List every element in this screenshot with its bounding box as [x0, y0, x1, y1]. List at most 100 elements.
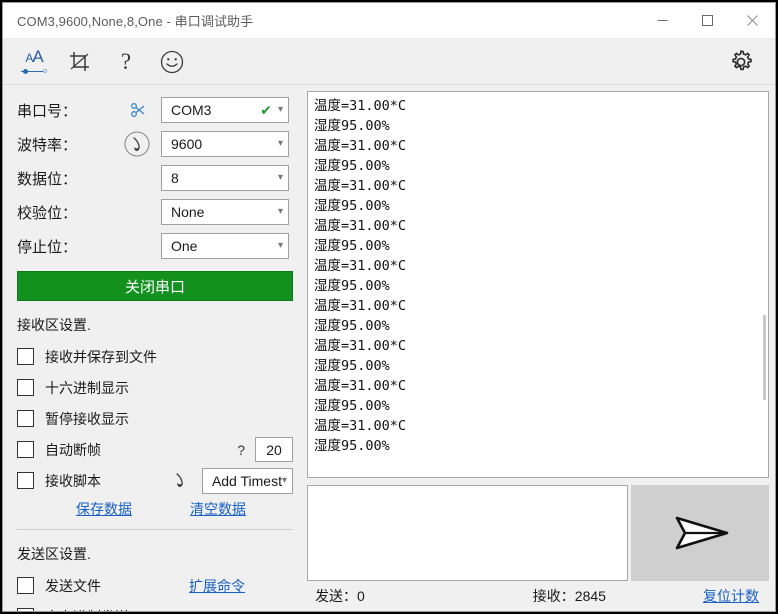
settings-panel: 串口号： COM3 ✔ ▾ 波特率： — [3, 85, 303, 611]
minimize-button[interactable] — [640, 3, 685, 39]
font-size-button[interactable]: AA — [11, 40, 57, 84]
port-connected-icon: ✔ — [260, 102, 272, 119]
pause-receive-label: 暂停接收显示 — [45, 409, 129, 429]
chevron-down-icon: ▾ — [278, 139, 283, 149]
main-content: 串口号： COM3 ✔ ▾ 波特率： — [3, 85, 775, 611]
app-window: COM3,9600,None,8,One - 串口调试助手 — [2, 2, 776, 612]
stopbits-value: One — [171, 238, 278, 254]
baud-script-icon — [122, 129, 152, 159]
paper-plane-send-icon — [665, 510, 735, 556]
config-row-parity: 校验位： None ▾ — [17, 195, 293, 229]
receive-settings-title: 接收区设置. — [17, 315, 293, 335]
send-file-label: 发送文件 — [45, 576, 101, 596]
send-textarea[interactable] — [307, 485, 628, 581]
window-controls — [640, 3, 775, 39]
parity-label: 校验位： — [17, 202, 113, 223]
received-count: 接收：2845 — [533, 586, 606, 606]
config-row-stopbits: 停止位： One ▾ — [17, 229, 293, 263]
clear-data-link[interactable]: 清空数据 — [190, 499, 246, 519]
chevron-down-icon: ▾ — [278, 173, 283, 183]
maximize-button[interactable] — [685, 3, 730, 39]
gear-icon — [727, 48, 755, 76]
send-zone — [307, 485, 769, 581]
crop-button[interactable] — [57, 40, 103, 84]
send-file-checkbox[interactable] — [17, 577, 34, 594]
chevron-down-icon: ▾ — [278, 105, 283, 115]
receive-script-edit-button[interactable] — [158, 470, 202, 492]
receive-scrollbar-thumb[interactable] — [763, 315, 766, 400]
script-pen-icon — [169, 470, 191, 492]
title-bar: COM3,9600,None,8,One - 串口调试助手 — [3, 3, 775, 39]
option-save-to-file[interactable]: 接收并保存到文件 — [17, 341, 293, 372]
font-icon-large-a: A — [32, 47, 42, 66]
send-button[interactable] — [631, 485, 769, 581]
config-row-baud: 波特率： 9600 ▾ — [17, 127, 293, 161]
refresh-ports-button[interactable] — [113, 100, 161, 120]
receive-script-checkbox[interactable] — [17, 472, 34, 489]
config-row-databits: 数据位： 8 ▾ — [17, 161, 293, 195]
pause-receive-checkbox[interactable] — [17, 410, 34, 427]
send-settings-title: 发送区设置. — [17, 544, 293, 564]
baud-value: 9600 — [171, 136, 278, 152]
auto-frame-help-icon[interactable]: ? — [237, 442, 245, 458]
hex-send-checkbox[interactable] — [17, 608, 34, 611]
minimize-icon — [657, 15, 668, 26]
baud-select[interactable]: 9600 ▾ — [161, 131, 289, 157]
receive-scrollbar[interactable] — [759, 92, 768, 477]
question-mark-icon: ? — [121, 49, 131, 75]
toolbar: AA ? — [3, 39, 775, 85]
receive-script-value: Add Timest — [212, 473, 282, 489]
chevron-down-icon: ▾ — [278, 241, 283, 251]
option-hex-send[interactable]: 十六进制发送 — [17, 601, 293, 611]
close-port-button[interactable]: 关闭串口 — [17, 271, 293, 301]
databits-select[interactable]: 8 ▾ — [161, 165, 289, 191]
option-send-file[interactable]: 发送文件 扩展命令 — [17, 570, 293, 601]
receive-script-label: 接收脚本 — [45, 471, 101, 491]
chevron-down-icon: ▾ — [278, 207, 283, 217]
option-receive-script[interactable]: 接收脚本 Add Timest ▾ — [17, 465, 293, 496]
option-hex-display[interactable]: 十六进制显示 — [17, 372, 293, 403]
hex-display-checkbox[interactable] — [17, 379, 34, 396]
close-button[interactable] — [730, 3, 775, 39]
option-auto-frame[interactable]: 自动断帧 ? 20 — [17, 434, 293, 465]
save-data-link[interactable]: 保存数据 — [76, 499, 132, 519]
config-row-port: 串口号： COM3 ✔ ▾ — [17, 93, 293, 127]
databits-label: 数据位： — [17, 168, 113, 189]
refresh-ports-icon — [127, 100, 147, 120]
parity-value: None — [171, 204, 278, 220]
port-select[interactable]: COM3 ✔ ▾ — [161, 97, 289, 123]
smiley-button[interactable] — [149, 40, 195, 84]
data-panel: 温度=31.00*C 湿度95.00% 温度=31.00*C 湿度95.00% … — [303, 85, 775, 611]
maximize-icon — [702, 15, 713, 26]
hex-send-label: 十六进制发送 — [45, 607, 129, 612]
receive-links: 保存数据 清空数据 — [17, 496, 293, 525]
port-label: 串口号： — [17, 100, 113, 121]
chevron-down-icon: ▾ — [282, 476, 287, 486]
help-button[interactable]: ? — [103, 40, 149, 84]
receive-textarea[interactable]: 温度=31.00*C 湿度95.00% 温度=31.00*C 湿度95.00% … — [307, 91, 769, 478]
auto-frame-input[interactable]: 20 — [255, 437, 293, 462]
reset-count-link[interactable]: 复位计数 — [703, 586, 759, 606]
sent-count: 发送：0 — [315, 586, 365, 606]
receive-content: 温度=31.00*C 湿度95.00% 温度=31.00*C 湿度95.00% … — [308, 92, 759, 477]
baud-script-button[interactable] — [113, 129, 161, 159]
save-to-file-label: 接收并保存到文件 — [45, 347, 157, 367]
font-size-icon: AA — [21, 49, 47, 75]
save-to-file-checkbox[interactable] — [17, 348, 34, 365]
window-title: COM3,9600,None,8,One - 串口调试助手 — [3, 11, 253, 30]
receive-script-select[interactable]: Add Timest ▾ — [202, 468, 293, 494]
stopbits-select[interactable]: One ▾ — [161, 233, 289, 259]
stopbits-label: 停止位： — [17, 236, 113, 257]
baud-label: 波特率： — [17, 134, 113, 155]
port-value: COM3 — [171, 102, 260, 118]
section-divider — [17, 529, 293, 530]
extend-command-link[interactable]: 扩展命令 — [189, 576, 245, 596]
option-pause-receive[interactable]: 暂停接收显示 — [17, 403, 293, 434]
settings-button[interactable] — [719, 40, 763, 84]
parity-select[interactable]: None ▾ — [161, 199, 289, 225]
font-size-slider[interactable] — [21, 68, 47, 75]
smiley-face-icon — [159, 49, 185, 75]
status-bar: 发送：0 接收：2845 复位计数 — [307, 581, 769, 611]
auto-frame-checkbox[interactable] — [17, 441, 34, 458]
close-icon — [747, 15, 758, 26]
